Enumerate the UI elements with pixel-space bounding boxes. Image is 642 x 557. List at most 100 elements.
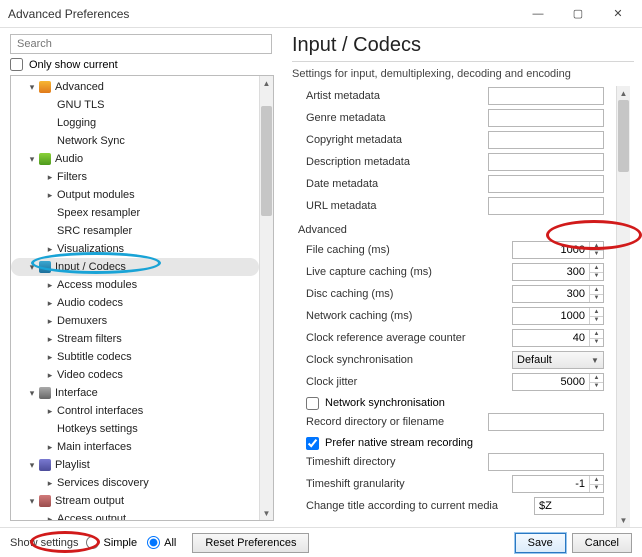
artist-metadata-input[interactable]: [488, 87, 604, 105]
tree-item[interactable]: SRC resampler: [11, 222, 259, 240]
save-button[interactable]: Save: [515, 533, 566, 553]
timeshift-gran-input[interactable]: -1▲▼: [512, 475, 604, 493]
live-caching-input[interactable]: 300▲▼: [512, 263, 604, 281]
tree-item-label: Access output: [57, 513, 126, 520]
tree-twisty-icon[interactable]: ▸: [43, 478, 57, 489]
tree-scrollbar[interactable]: ▲ ▼: [259, 76, 273, 520]
tree-twisty-icon[interactable]: ▸: [43, 442, 57, 453]
page-subtitle: Settings for input, demultiplexing, deco…: [292, 68, 634, 80]
tree-item[interactable]: Network Sync: [11, 132, 259, 150]
scroll-thumb[interactable]: [261, 106, 272, 216]
date-metadata-input[interactable]: [488, 175, 604, 193]
copyright-metadata-input[interactable]: [488, 131, 604, 149]
tree-item[interactable]: ▾Audio: [11, 150, 259, 168]
tree-item-label: Speex resampler: [57, 207, 140, 219]
tree-twisty-icon[interactable]: ▸: [43, 316, 57, 327]
change-title-input[interactable]: [534, 497, 604, 515]
scroll-up-icon[interactable]: ▲: [617, 86, 630, 100]
description-metadata-input[interactable]: [488, 153, 604, 171]
change-title-label: Change title according to current media: [298, 500, 518, 512]
timeshift-dir-label: Timeshift directory: [298, 456, 480, 468]
clock-sync-select[interactable]: Default▼: [512, 351, 604, 369]
clock-jitter-input[interactable]: 5000▲▼: [512, 373, 604, 391]
tree-twisty-icon[interactable]: ▸: [43, 172, 57, 183]
spin-up-icon[interactable]: ▲: [590, 242, 603, 251]
tree-item[interactable]: ▾Playlist: [11, 456, 259, 474]
out-icon: [39, 495, 51, 507]
window-title: Advanced Preferences: [8, 7, 518, 21]
url-metadata-input[interactable]: [488, 197, 604, 215]
tree-item[interactable]: ▸Control interfaces: [11, 402, 259, 420]
advanced-section-label: Advanced: [298, 224, 604, 236]
cancel-button[interactable]: Cancel: [572, 533, 632, 553]
tree-twisty-icon[interactable]: ▾: [25, 262, 39, 273]
tree-item[interactable]: ▸Access output: [11, 510, 259, 520]
reset-preferences-button[interactable]: Reset Preferences: [192, 533, 309, 553]
panel-scrollbar[interactable]: ▲ ▼: [616, 86, 630, 527]
tree-twisty-icon[interactable]: ▸: [43, 280, 57, 291]
network-sync-label: Network synchronisation: [325, 397, 445, 409]
simple-radio[interactable]: Simple: [86, 536, 137, 549]
tree-twisty-icon[interactable]: ▾: [25, 460, 39, 471]
tree-twisty-icon[interactable]: ▸: [43, 406, 57, 417]
tree-twisty-icon[interactable]: ▸: [43, 244, 57, 255]
tree-item[interactable]: ▸Filters: [11, 168, 259, 186]
tree-item[interactable]: ▸Demuxers: [11, 312, 259, 330]
tree-item[interactable]: GNU TLS: [11, 96, 259, 114]
tree-item[interactable]: ▾Advanced: [11, 78, 259, 96]
tree-item[interactable]: ▸Main interfaces: [11, 438, 259, 456]
search-input[interactable]: [10, 34, 272, 54]
scroll-thumb[interactable]: [618, 100, 629, 172]
tree-twisty-icon[interactable]: ▸: [43, 352, 57, 363]
scroll-up-icon[interactable]: ▲: [260, 76, 273, 90]
network-caching-input[interactable]: 1000▲▼: [512, 307, 604, 325]
tree-twisty-icon[interactable]: ▾: [25, 154, 39, 165]
minimize-button[interactable]: —: [518, 0, 558, 28]
maximize-button[interactable]: ▢: [558, 0, 598, 28]
tree-item[interactable]: ▸Subtitle codecs: [11, 348, 259, 366]
disc-caching-input[interactable]: 300▲▼: [512, 285, 604, 303]
only-show-current-label: Only show current: [29, 59, 118, 71]
tree-item[interactable]: ▾Stream output: [11, 492, 259, 510]
timeshift-dir-input[interactable]: [488, 453, 604, 471]
close-button[interactable]: ✕: [598, 0, 638, 28]
scroll-down-icon[interactable]: ▼: [260, 506, 273, 520]
genre-metadata-input[interactable]: [488, 109, 604, 127]
tree-item[interactable]: ▸Output modules: [11, 186, 259, 204]
tree-item[interactable]: ▾Interface: [11, 384, 259, 402]
scroll-down-icon[interactable]: ▼: [617, 513, 630, 527]
clock-sync-label: Clock synchronisation: [298, 354, 480, 366]
tree-item[interactable]: ▸Video codecs: [11, 366, 259, 384]
tree-twisty-icon[interactable]: ▸: [43, 298, 57, 309]
file-caching-input[interactable]: 1000▲▼: [512, 241, 604, 259]
settings-panel: Input / Codecs Settings for input, demul…: [284, 28, 642, 527]
only-show-current-checkbox[interactable]: Only show current: [10, 58, 284, 71]
tree-item-label: Network Sync: [57, 135, 125, 147]
network-caching-label: Network caching (ms): [298, 310, 480, 322]
tree-twisty-icon[interactable]: ▸: [43, 370, 57, 381]
all-radio[interactable]: All: [147, 536, 176, 549]
spin-down-icon[interactable]: ▼: [590, 251, 603, 259]
tree-item[interactable]: Hotkeys settings: [11, 420, 259, 438]
tree-item[interactable]: ▾Input / Codecs: [11, 258, 259, 276]
codec-icon: [39, 261, 51, 273]
tree-twisty-icon[interactable]: ▸: [43, 514, 57, 521]
tree-item[interactable]: ▸Visualizations: [11, 240, 259, 258]
tree-twisty-icon[interactable]: ▸: [43, 190, 57, 201]
tree-twisty-icon[interactable]: ▾: [25, 82, 39, 93]
clock-avg-input[interactable]: 40▲▼: [512, 329, 604, 347]
record-dir-input[interactable]: [488, 413, 604, 431]
tree-twisty-icon[interactable]: ▾: [25, 496, 39, 507]
prefer-native-checkbox[interactable]: [306, 437, 319, 450]
tree-item[interactable]: ▸Services discovery: [11, 474, 259, 492]
tree-item[interactable]: ▸Audio codecs: [11, 294, 259, 312]
tree-item[interactable]: Speex resampler: [11, 204, 259, 222]
tree-item[interactable]: ▸Stream filters: [11, 330, 259, 348]
tree-item[interactable]: Logging: [11, 114, 259, 132]
tree-twisty-icon[interactable]: ▸: [43, 334, 57, 345]
network-sync-checkbox[interactable]: [306, 397, 319, 410]
tree-twisty-icon[interactable]: ▾: [25, 388, 39, 399]
only-show-current-box[interactable]: [10, 58, 23, 71]
tree-item-label: Hotkeys settings: [57, 423, 138, 435]
tree-item[interactable]: ▸Access modules: [11, 276, 259, 294]
